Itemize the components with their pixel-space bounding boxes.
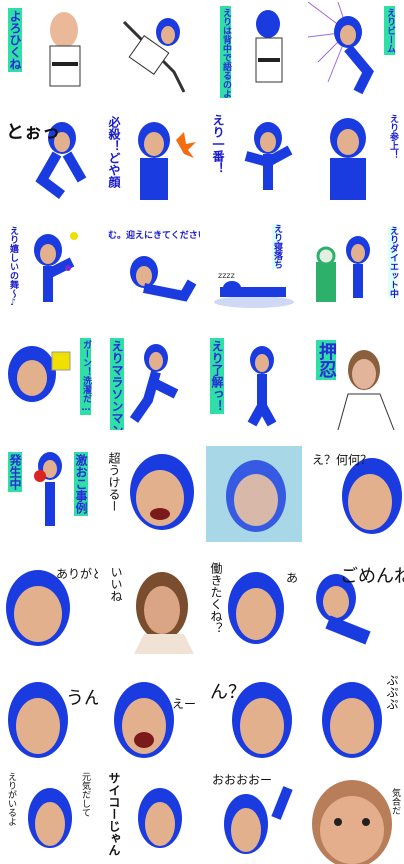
- sticker-26[interactable]: ごめんね: [308, 558, 404, 654]
- sticker-caption: ガーン！洗濯だ…: [80, 338, 91, 415]
- sticker-caption: えりは背中で語るのよ: [220, 6, 231, 98]
- svg-text:zzzz: zzzz: [218, 271, 235, 280]
- sticker-28[interactable]: えー: [104, 670, 200, 766]
- sticker-caption: ごめんね: [340, 566, 404, 587]
- sticker-16[interactable]: 押忍: [308, 334, 404, 430]
- sticker-caption: うん: [66, 688, 98, 709]
- sticker-15[interactable]: えり了解っ！: [206, 334, 302, 430]
- sticker-35[interactable]: 気合だ: [308, 768, 404, 864]
- sticker-11[interactable]: zzzz えり寝落ち: [206, 222, 302, 318]
- sticker-caption: とぉっ: [6, 122, 60, 143]
- sticker-caption: む。迎えにきてください: [108, 231, 200, 241]
- sticker-19[interactable]: 超うけるー: [104, 446, 200, 542]
- sticker-caption: 押忍: [316, 340, 337, 380]
- sticker-1[interactable]: よろひくね: [2, 2, 98, 98]
- sticker-10[interactable]: む。迎えにきてください: [104, 222, 200, 318]
- sticker-22[interactable]: ありがと: [2, 558, 98, 654]
- sticker-2[interactable]: [104, 2, 200, 98]
- sticker-33[interactable]: サイコーじゃん: [104, 768, 200, 864]
- sticker-30[interactable]: ぷぷぷ: [308, 670, 404, 766]
- sticker-29[interactable]: ん？: [206, 670, 302, 766]
- sticker-caption: ぷぷぷ: [385, 674, 399, 710]
- sticker-caption: サイコーじゃん: [107, 772, 121, 856]
- sticker-13[interactable]: ガーン！洗濯だ…: [2, 334, 98, 430]
- sticker-caption: 激おこ事例: [74, 452, 88, 516]
- sticker-7[interactable]: えり一番！: [206, 110, 302, 206]
- sticker-24[interactable]: 働きたくね？ あ: [206, 558, 302, 654]
- sticker-caption: えり嬉しいの舞〜♪: [8, 226, 18, 308]
- sticker-14[interactable]: えりマラソンマン: [104, 334, 200, 430]
- sticker-caption: えりマラソンマン: [110, 338, 124, 430]
- sticker-caption: いいね: [109, 566, 123, 602]
- sticker-caption: えりダイエット中: [388, 226, 398, 298]
- sticker-caption: えり参上！: [388, 114, 398, 159]
- sticker-caption: えり了解っ！: [210, 338, 224, 414]
- sticker-6[interactable]: 必殺！どや顔: [104, 110, 200, 206]
- sticker-31[interactable]: えりがいるよ 元気だして: [2, 768, 98, 864]
- sticker-27[interactable]: うん: [2, 670, 98, 766]
- sticker-caption: あ: [286, 571, 299, 585]
- sticker-grid: よろひくね えりは背中で語るのよ えりビーム とぉっ 必殺！どや顔 えり一番！ …: [0, 0, 404, 864]
- sticker-9[interactable]: えり嬉しいの舞〜♪: [2, 222, 98, 318]
- sticker-caption: 発生中: [8, 452, 22, 492]
- sticker-caption: えり寝落ち: [272, 224, 282, 269]
- sticker-21[interactable]: え？何何？: [308, 446, 404, 542]
- sticker-caption: えりがいるよ: [6, 772, 16, 826]
- sticker-caption: ありがと: [56, 567, 98, 581]
- sticker-4[interactable]: えりビーム: [308, 2, 404, 98]
- sticker-12[interactable]: えりダイエット中: [308, 222, 404, 318]
- sticker-3[interactable]: えりは背中で語るのよ: [206, 2, 302, 98]
- sticker-23[interactable]: いいね: [104, 558, 200, 654]
- sticker-caption: 元気だして: [80, 772, 90, 817]
- sticker-20[interactable]: [206, 446, 302, 542]
- sticker-caption: え？何何？: [312, 453, 373, 467]
- sticker-caption: おおおおー: [212, 773, 273, 787]
- sticker-caption: よろひくね: [8, 8, 22, 72]
- sticker-caption: 必殺！どや顔: [107, 116, 121, 188]
- sticker-caption: えり一番！: [211, 114, 225, 174]
- sticker-caption: えー: [172, 697, 197, 711]
- sticker-caption: えりビーム: [384, 6, 395, 55]
- sticker-34[interactable]: おおおおー: [206, 768, 302, 864]
- sticker-17[interactable]: 発生中 激おこ事例: [2, 446, 98, 542]
- sticker-caption: 働きたくね？: [209, 562, 223, 634]
- sticker-caption: 超うけるー: [107, 452, 121, 512]
- sticker-caption: ん？: [210, 682, 246, 703]
- sticker-5[interactable]: とぉっ: [2, 110, 98, 206]
- sticker-caption: 気合だ: [390, 788, 400, 815]
- sticker-8[interactable]: えり参上！: [308, 110, 404, 206]
